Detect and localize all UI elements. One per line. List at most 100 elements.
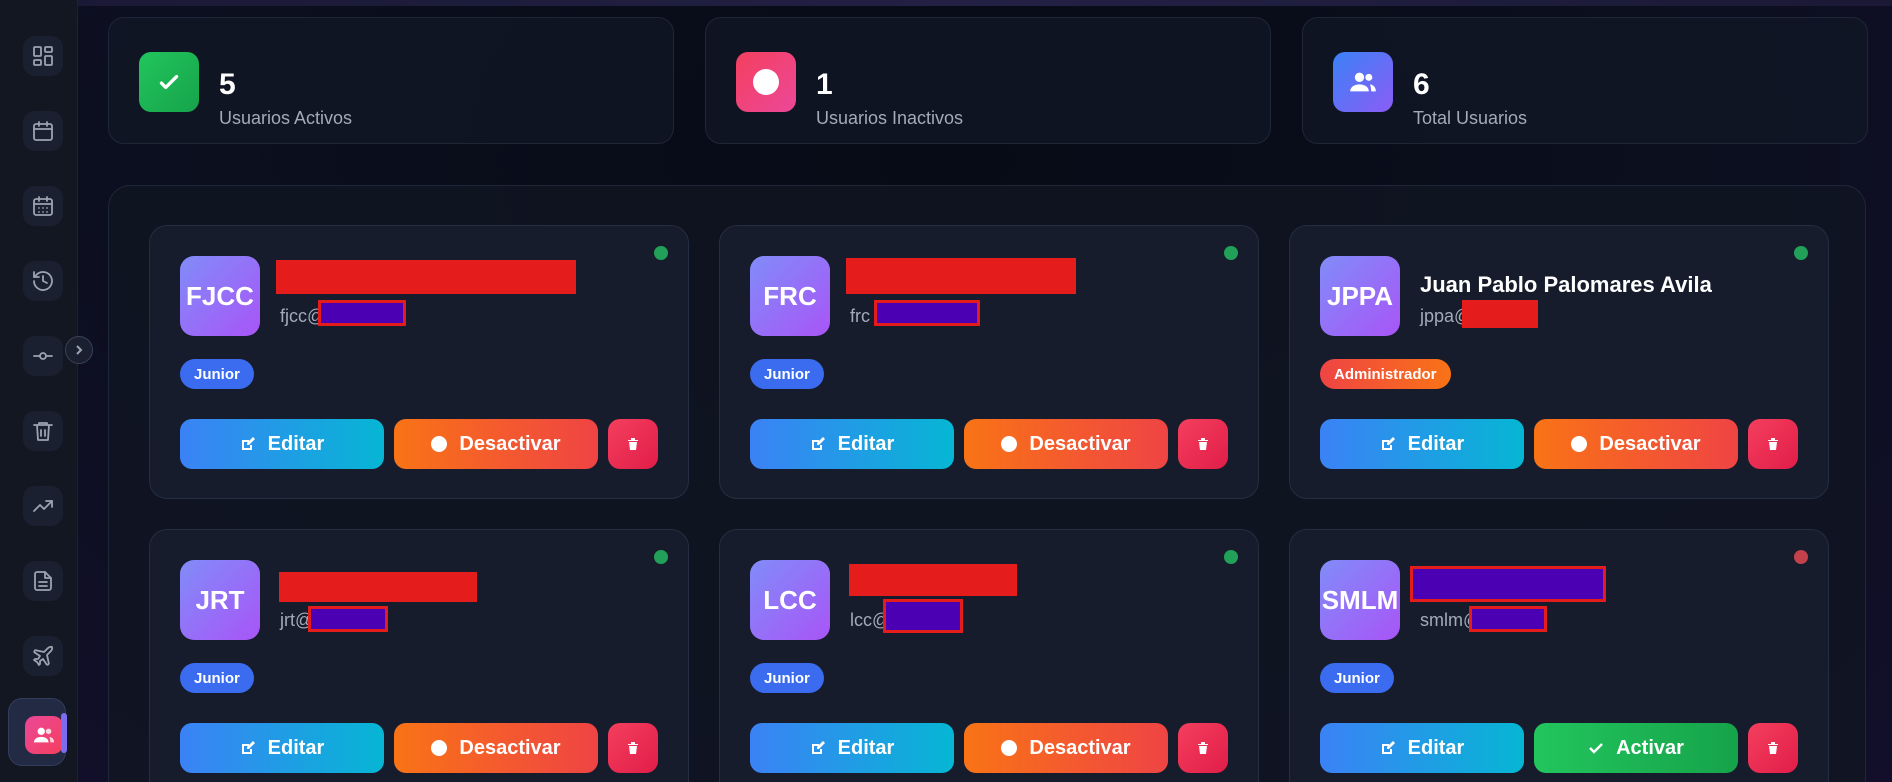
avatar: FRC	[750, 256, 830, 336]
document-icon	[34, 571, 52, 591]
edit-button[interactable]: Editar	[750, 419, 954, 469]
user-card: SMLM smlm@ Junior Editar Activar	[1289, 529, 1829, 782]
edit-button[interactable]: Editar	[180, 723, 384, 773]
trash-icon	[1768, 742, 1778, 754]
sidebar-item-trending[interactable]	[23, 486, 63, 526]
edit-label: Editar	[837, 432, 895, 455]
check-icon	[139, 52, 199, 112]
stat-label: Usuarios Inactivos	[816, 108, 964, 128]
sidebar-item-plane[interactable]	[23, 636, 63, 676]
user-email: frc	[850, 306, 870, 326]
edit-label: Editar	[267, 432, 325, 455]
trash-icon	[628, 438, 638, 450]
edit-icon	[241, 437, 255, 450]
sidebar-item-history[interactable]	[23, 261, 63, 301]
delete-button[interactable]	[1178, 723, 1228, 773]
trash-icon	[1768, 438, 1778, 450]
delete-button[interactable]	[1748, 723, 1798, 773]
trash-icon	[1198, 438, 1208, 450]
deactivate-button[interactable]: Desactivar	[964, 419, 1168, 469]
sidebar	[0, 0, 78, 782]
edit-button[interactable]: Editar	[1320, 419, 1524, 469]
delete-button[interactable]	[608, 723, 658, 773]
user-card: JRT jrt@ Junior Editar Desactivar	[149, 529, 689, 782]
user-card: LCC lcc@ Junior Editar Desactivar	[719, 529, 1259, 782]
redacted-email	[874, 300, 980, 326]
edit-label: Editar	[837, 736, 895, 759]
stat-card-active: 5 Usuarios Activos	[108, 17, 674, 144]
sidebar-item-calendar[interactable]	[23, 111, 63, 151]
plane-icon	[33, 645, 54, 666]
sidebar-item-dashboard[interactable]	[23, 36, 63, 76]
deactivate-label: Desactivar	[459, 736, 561, 759]
delete-button[interactable]	[1178, 419, 1228, 469]
top-border	[78, 0, 1892, 6]
edit-button[interactable]: Editar	[1320, 723, 1524, 773]
role-badge: Junior	[1320, 663, 1394, 693]
edit-button[interactable]: Editar	[180, 419, 384, 469]
sidebar-users-pill	[25, 716, 63, 754]
user-name: Juan Pablo Palomares Avila	[1420, 272, 1712, 297]
delete-button[interactable]	[608, 419, 658, 469]
deactivate-label: Desactivar	[1599, 432, 1701, 455]
sidebar-collapse-button[interactable]	[65, 336, 93, 364]
edit-icon	[811, 741, 825, 754]
status-dot	[1794, 246, 1808, 260]
edit-icon	[811, 437, 825, 450]
trash-icon	[1198, 742, 1208, 754]
stat-card-inactive: 1 Usuarios Inactivos	[705, 17, 1271, 144]
circle-icon	[431, 740, 448, 756]
active-indicator	[61, 713, 67, 753]
calendar-grid-icon	[33, 196, 53, 216]
redacted-email	[883, 599, 963, 633]
deactivate-label: Desactivar	[1029, 432, 1131, 455]
history-icon	[33, 271, 53, 291]
redacted-name	[276, 260, 576, 294]
deactivate-button[interactable]: Desactivar	[394, 723, 598, 773]
edit-button[interactable]: Editar	[750, 723, 954, 773]
stat-value: 6	[1413, 68, 1430, 101]
role-badge: Junior	[750, 663, 824, 693]
trash-icon	[33, 422, 53, 441]
circle-icon	[1001, 436, 1018, 452]
edit-label: Editar	[1407, 736, 1465, 759]
deactivate-button[interactable]: Desactivar	[964, 723, 1168, 773]
chevron-right-icon	[76, 345, 83, 355]
deactivate-button[interactable]: Desactivar	[1534, 419, 1738, 469]
role-badge: Junior	[750, 359, 824, 389]
edit-icon	[1381, 437, 1395, 450]
role-badge: Junior	[180, 359, 254, 389]
redacted-email	[308, 606, 388, 632]
deactivate-button[interactable]: Desactivar	[394, 419, 598, 469]
circle-icon	[431, 436, 448, 452]
status-dot	[1224, 550, 1238, 564]
stat-card-total: 6 Total Usuarios	[1302, 17, 1868, 144]
delete-button[interactable]	[1748, 419, 1798, 469]
sidebar-item-trash[interactable]	[23, 411, 63, 451]
git-commit-icon	[33, 352, 53, 360]
edit-icon	[1381, 741, 1395, 754]
sidebar-item-document[interactable]	[23, 561, 63, 601]
dashboard-icon	[33, 46, 53, 66]
redacted-name	[1410, 566, 1606, 602]
avatar: SMLM	[1320, 560, 1400, 640]
sidebar-item-users[interactable]	[8, 698, 67, 766]
edit-icon	[241, 741, 255, 754]
avatar: JPPA	[1320, 256, 1400, 336]
stat-label: Usuarios Activos	[219, 108, 353, 128]
sidebar-item-calendar-grid[interactable]	[23, 186, 63, 226]
trash-icon	[628, 742, 638, 754]
users-icon	[1333, 52, 1393, 112]
circle-icon	[1001, 740, 1018, 756]
circle-icon	[736, 52, 796, 112]
avatar: JRT	[180, 560, 260, 640]
redacted-name	[279, 572, 477, 602]
stat-label: Total Usuarios	[1413, 108, 1528, 128]
edit-label: Editar	[267, 736, 325, 759]
sidebar-item-commit[interactable]	[23, 336, 63, 376]
redacted-name	[846, 258, 1076, 294]
activate-button[interactable]: Activar	[1534, 723, 1738, 773]
role-badge: Junior	[180, 663, 254, 693]
redacted-name	[849, 564, 1017, 596]
status-dot	[1224, 246, 1238, 260]
